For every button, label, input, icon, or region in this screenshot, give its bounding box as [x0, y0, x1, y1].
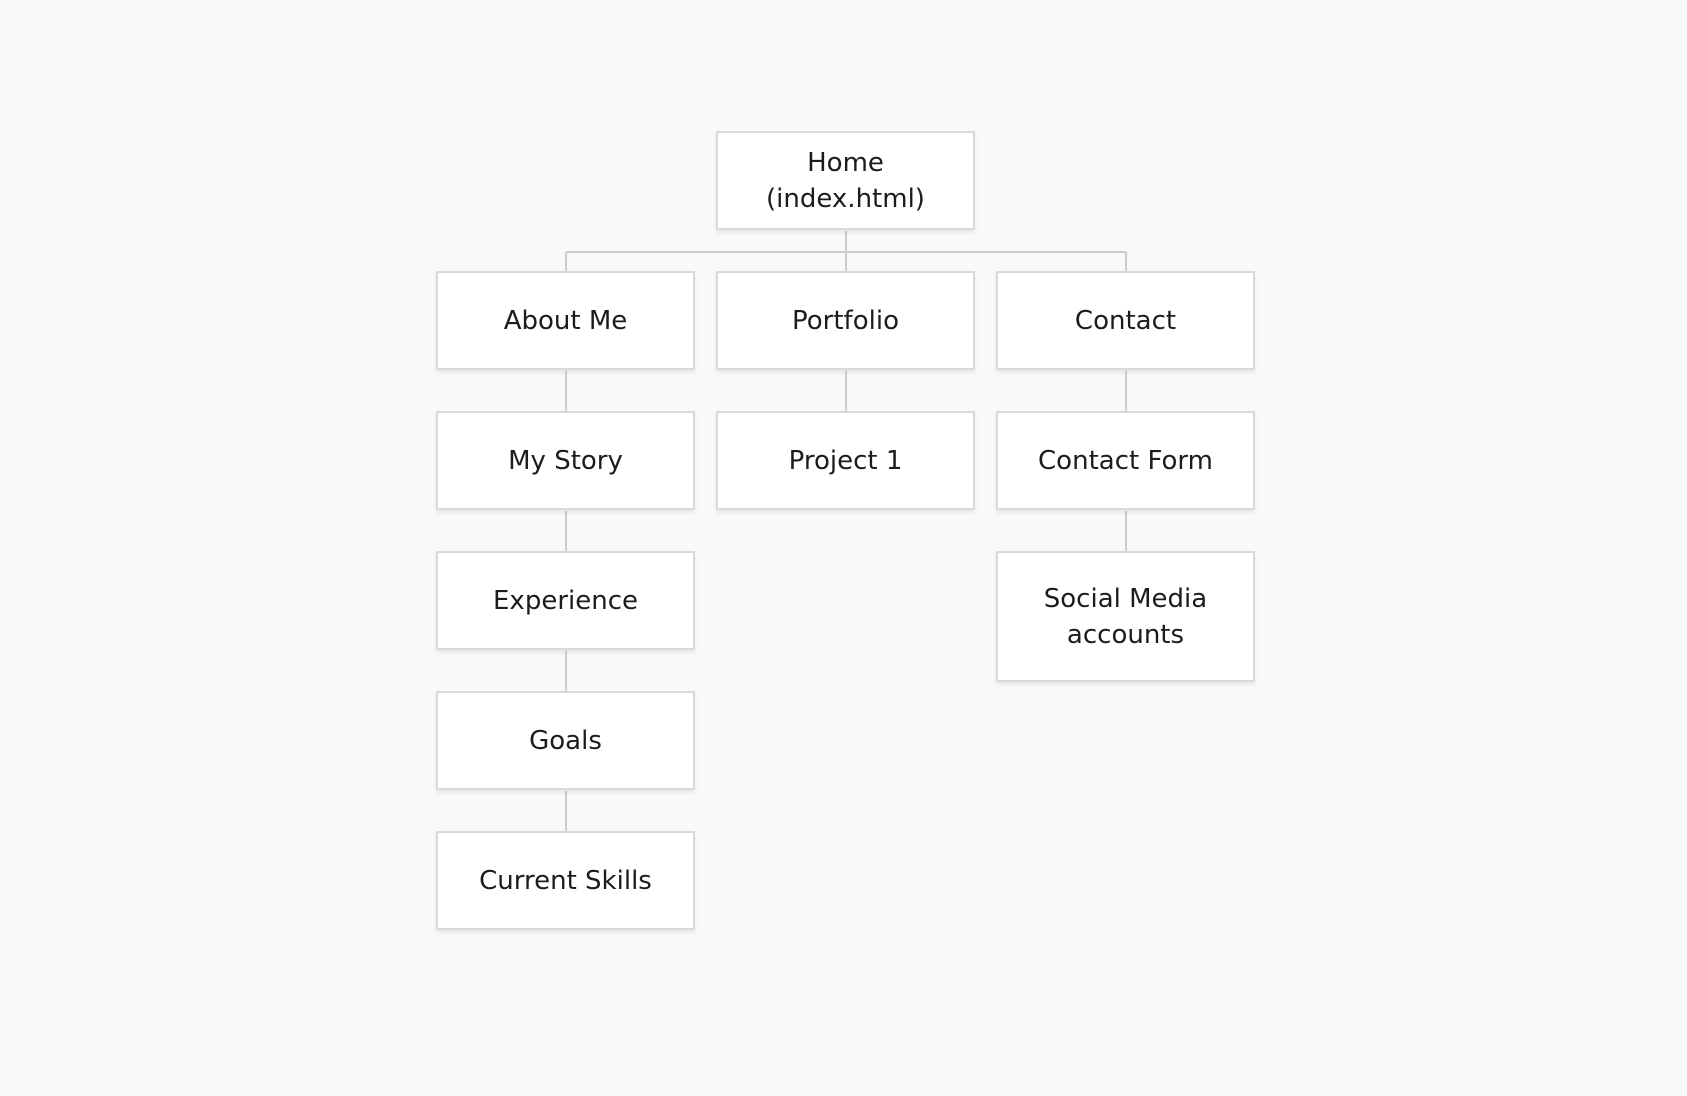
node-experience: Experience	[436, 551, 695, 650]
node-goals-label: Goals	[529, 725, 602, 756]
node-current-skills: Current Skills	[436, 831, 695, 930]
node-social-media-accounts-label: Social Media accounts	[1043, 583, 1208, 650]
node-current-skills-label: Current Skills	[479, 865, 652, 896]
node-experience-label: Experience	[493, 585, 638, 616]
node-my-story: My Story	[436, 411, 695, 510]
node-portfolio: Portfolio	[716, 271, 975, 370]
node-project-1-label: Project 1	[788, 445, 903, 476]
node-contact-form: Contact Form	[996, 411, 1255, 510]
sitemap-diagram: Home (index.html) About Me My Story Expe…	[0, 0, 1687, 1096]
node-social-media-accounts: Social Media accounts	[996, 551, 1255, 682]
node-home-label: Home (index.html)	[766, 147, 925, 214]
node-portfolio-label: Portfolio	[792, 305, 899, 336]
node-about-me: About Me	[436, 271, 695, 370]
node-contact: Contact	[996, 271, 1255, 370]
node-goals: Goals	[436, 691, 695, 790]
node-home: Home (index.html)	[716, 131, 975, 230]
node-my-story-label: My Story	[508, 445, 623, 476]
node-project-1: Project 1	[716, 411, 975, 510]
node-about-me-label: About Me	[503, 305, 628, 336]
node-contact-label: Contact	[1074, 305, 1177, 336]
node-contact-form-label: Contact Form	[1038, 445, 1213, 476]
